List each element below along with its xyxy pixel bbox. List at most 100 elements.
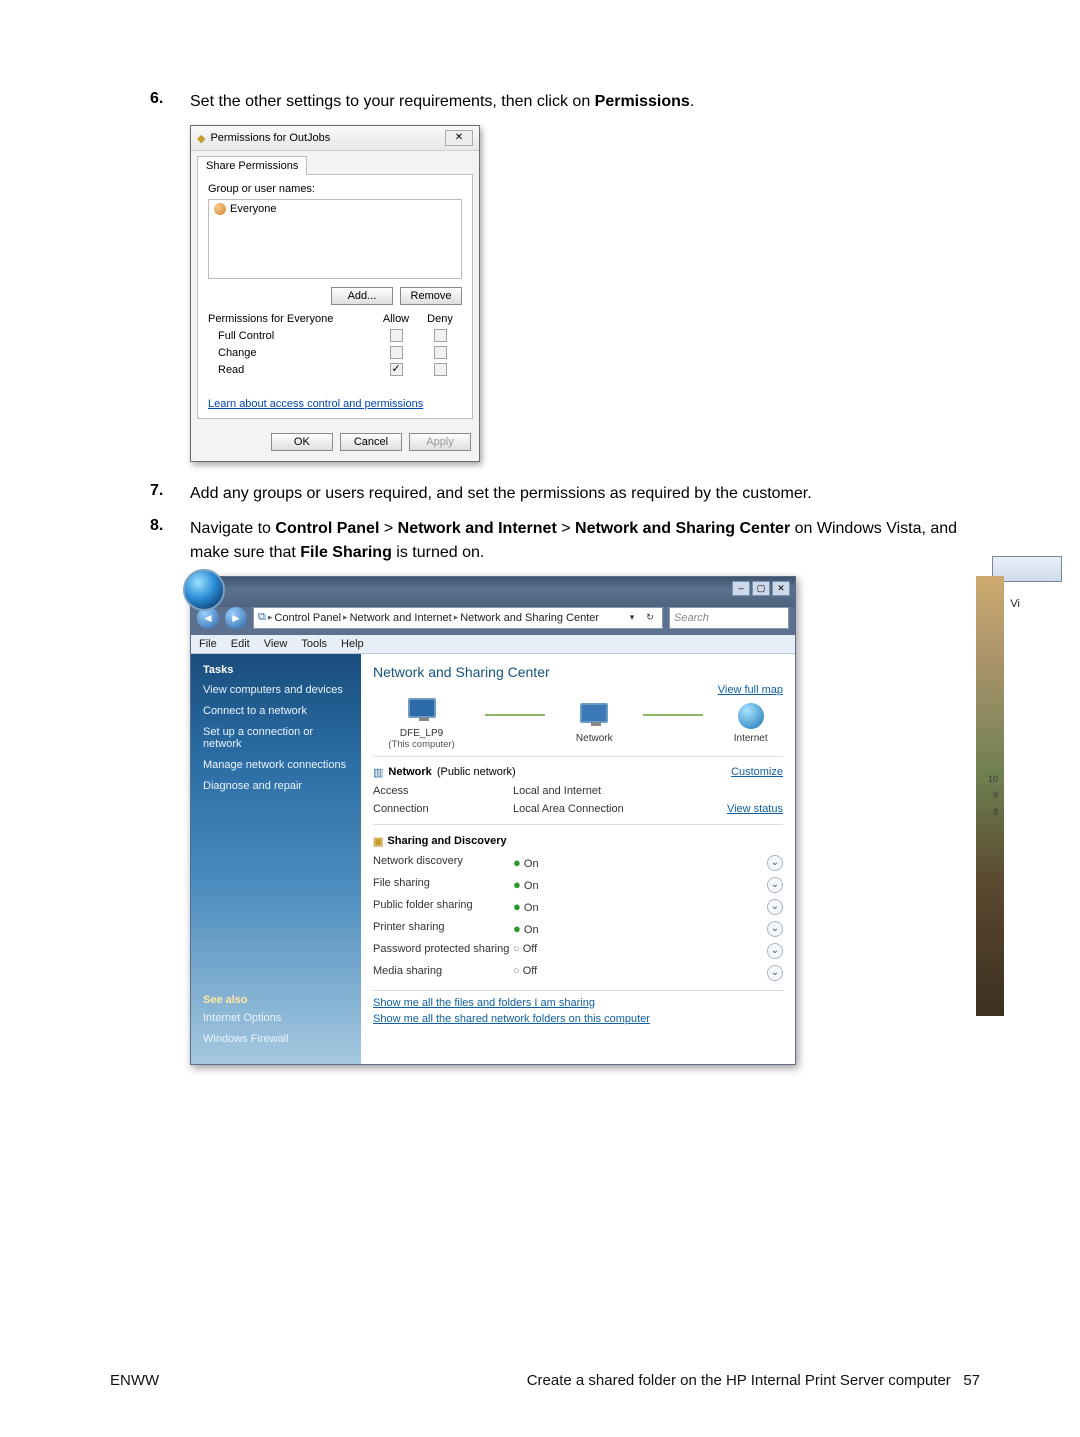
row-password-sharing: Password protected sharing ○ Off ⌄: [373, 940, 783, 962]
step-6-text-c: .: [690, 93, 694, 110]
expand-button[interactable]: ⌄: [767, 943, 783, 959]
checkbox-deny-change[interactable]: [434, 346, 447, 359]
status-dot-icon: ○: [513, 943, 520, 955]
chevron-right-icon: ▸: [454, 612, 459, 623]
breadcrumb[interactable]: ⧉ ▸ Control Panel ▸ Network and Internet…: [253, 607, 663, 629]
close-button[interactable]: ✕: [445, 130, 473, 146]
link-show-shared-folders[interactable]: Show me all the shared network folders o…: [373, 1013, 783, 1025]
checkbox-allow-read[interactable]: [390, 363, 403, 376]
refresh-icon[interactable]: ↻: [642, 612, 658, 623]
view-status-link[interactable]: View status: [727, 803, 783, 815]
apply-button[interactable]: Apply: [409, 433, 471, 451]
perm-name: Change: [208, 344, 374, 361]
task-manage-connections[interactable]: Manage network connections: [203, 759, 351, 771]
maximize-button[interactable]: ▢: [752, 581, 770, 596]
checkbox-deny-read[interactable]: [434, 363, 447, 376]
crumb-3[interactable]: Network and Sharing Center: [460, 612, 599, 624]
status-dot-icon: ●: [513, 899, 521, 914]
task-diagnose[interactable]: Diagnose and repair: [203, 780, 351, 792]
row-value: Off: [523, 965, 537, 977]
menu-view[interactable]: View: [264, 638, 288, 650]
task-connect[interactable]: Connect to a network: [203, 705, 351, 717]
customize-link[interactable]: Customize: [731, 766, 783, 779]
chevron-down-icon[interactable]: ▾: [624, 612, 640, 623]
tab-share-permissions[interactable]: Share Permissions: [197, 156, 307, 175]
checkbox-allow-change[interactable]: [390, 346, 403, 359]
task-view-devices[interactable]: View computers and devices: [203, 684, 351, 696]
col-deny: Deny: [418, 311, 462, 327]
cropped-text: Vi: [1010, 598, 1020, 610]
connection-value: Local Area Connection: [513, 803, 727, 815]
step-6-text-b: Permissions: [595, 93, 690, 110]
see-also-header: See also: [203, 994, 289, 1006]
crumb-1[interactable]: Control Panel: [274, 612, 341, 624]
cancel-button[interactable]: Cancel: [340, 433, 402, 451]
sharing-header-label: Sharing and Discovery: [387, 835, 506, 847]
user-list[interactable]: Everyone: [208, 199, 462, 279]
step-6-text: Set the other settings to your requireme…: [190, 90, 694, 113]
menu-tools[interactable]: Tools: [301, 638, 327, 650]
forward-button[interactable]: ►: [225, 607, 247, 629]
row-label: Media sharing: [373, 965, 513, 981]
s8e: >: [557, 520, 575, 537]
ok-button[interactable]: OK: [271, 433, 333, 451]
task-setup-connection[interactable]: Set up a connection or network: [203, 726, 351, 750]
tasks-sidebar: Tasks View computers and devices Connect…: [191, 654, 361, 1064]
s8d: Network and Internet: [398, 520, 557, 537]
menu-bar: File Edit View Tools Help: [191, 635, 795, 654]
crumb-2[interactable]: Network and Internet: [350, 612, 452, 624]
row-label: Network discovery: [373, 855, 513, 871]
perm-name: Read: [208, 361, 374, 378]
expand-button[interactable]: ⌄: [767, 899, 783, 915]
start-orb-icon: [183, 569, 225, 611]
network-name: Network: [388, 766, 431, 778]
sharing-discovery-header: ▣ Sharing and Discovery: [373, 831, 783, 852]
table-row: Read: [208, 361, 462, 378]
search-input[interactable]: Search: [669, 607, 789, 629]
node-internet: Internet: [734, 703, 768, 744]
chevron-right-icon: ▸: [268, 612, 273, 623]
search-placeholder: Search: [674, 612, 709, 624]
list-item[interactable]: Everyone: [214, 203, 456, 215]
node-label: Network: [576, 733, 613, 744]
link-show-files[interactable]: Show me all the files and folders I am s…: [373, 997, 783, 1009]
access-value: Local and Internet: [513, 785, 783, 797]
link-windows-firewall[interactable]: Windows Firewall: [203, 1033, 289, 1045]
step-8: 8. Navigate to Control Panel > Network a…: [150, 517, 980, 563]
col-allow: Allow: [374, 311, 418, 327]
learn-link[interactable]: Learn about access control and permissio…: [208, 398, 423, 410]
row-value: On: [524, 858, 539, 870]
add-button[interactable]: Add...: [331, 287, 393, 305]
view-full-map-link[interactable]: View full map: [718, 684, 783, 696]
menu-edit[interactable]: Edit: [231, 638, 250, 650]
checkbox-deny-full[interactable]: [434, 329, 447, 342]
expand-button[interactable]: ⌄: [767, 877, 783, 893]
access-label: Access: [373, 785, 513, 797]
node-network: Network: [576, 703, 613, 744]
node-this-computer: DFE_LP9 (This computer): [388, 698, 455, 750]
checkbox-allow-full[interactable]: [390, 329, 403, 342]
menu-help[interactable]: Help: [341, 638, 364, 650]
page-number: 57: [963, 1372, 980, 1389]
address-toolbar: ◄ ► ⧉ ▸ Control Panel ▸ Network and Inte…: [191, 607, 795, 635]
expand-button[interactable]: ⌄: [767, 965, 783, 981]
desktop-wallpaper-slice: [976, 576, 1004, 1016]
network-node-icon: [580, 703, 608, 723]
row-value: On: [524, 902, 539, 914]
map-link-line: [485, 714, 545, 716]
remove-button[interactable]: Remove: [400, 287, 462, 305]
link-internet-options[interactable]: Internet Options: [203, 1012, 289, 1024]
status-dot-icon: ●: [513, 877, 521, 892]
window-chrome-top: – ▢ ✕: [191, 577, 795, 607]
gadget-number: 8: [993, 807, 998, 817]
connection-label: Connection: [373, 803, 513, 815]
network-header-row: ▥ Network (Public network) Customize: [373, 763, 783, 782]
expand-button[interactable]: ⌄: [767, 855, 783, 871]
status-dot-icon: ●: [513, 921, 521, 936]
close-button[interactable]: ✕: [772, 581, 790, 596]
menu-file[interactable]: File: [199, 638, 217, 650]
step-7-number: 7.: [150, 482, 190, 505]
minimize-button[interactable]: –: [732, 581, 750, 596]
expand-button[interactable]: ⌄: [767, 921, 783, 937]
network-sharing-window: – ▢ ✕ ◄ ► ⧉ ▸ Control Panel ▸ Network an…: [190, 576, 796, 1065]
